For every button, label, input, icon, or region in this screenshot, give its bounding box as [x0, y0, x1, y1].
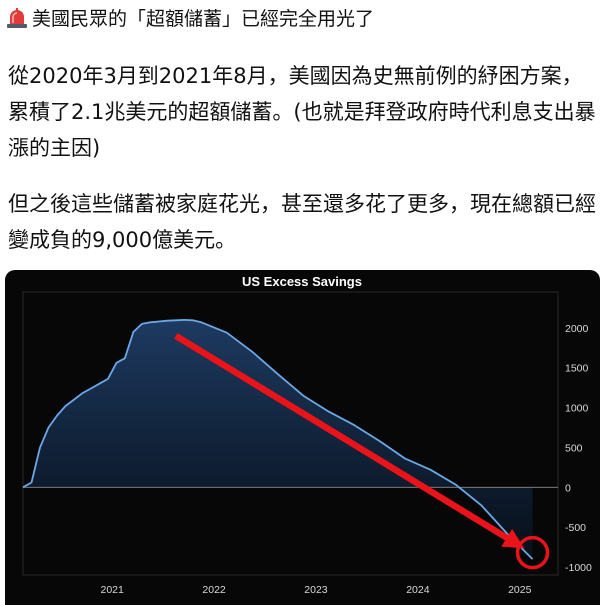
y-tick-label: -500	[565, 522, 586, 534]
siren-icon	[7, 8, 27, 28]
y-tick-label: 500	[565, 442, 583, 454]
post-paragraph-2: 但之後這些儲蓄被家庭花光，甚至還多花了更多，現在總額已經變成負的9,000億美元…	[8, 192, 596, 252]
post-paragraph-1: 從2020年3月到2021年8月，美國因為史無前例的紓困方案，累積了2.1兆美元…	[8, 64, 596, 160]
y-tick-label: 1000	[565, 403, 589, 415]
x-tick-label: 2023	[304, 584, 328, 596]
x-tick-label: 2022	[202, 584, 226, 596]
chart-card[interactable]: US Excess Savings 2000 1500 1000 500 0 -500 -1…	[5, 270, 600, 605]
x-tick-label: 2025	[508, 584, 532, 596]
y-tick-label: 1500	[565, 363, 589, 375]
highlight-circle	[515, 535, 550, 570]
chart-title: US Excess Savings	[242, 274, 362, 289]
us-excess-savings-chart: US Excess Savings 2000 1500 1000 500 0 -500 -1…	[22, 274, 592, 596]
post-title-row: 美國民眾的「超額儲蓄」已經完全用光了	[6, 4, 601, 34]
savings-area-fill	[23, 319, 533, 560]
y-tick-label: 0	[565, 482, 571, 494]
x-tick-label: 2021	[100, 584, 124, 596]
y-tick-label: -1000	[565, 562, 592, 574]
y-tick-label: 2000	[565, 323, 589, 335]
post-title: 美國民眾的「超額儲蓄」已經完全用光了	[32, 8, 375, 30]
x-tick-label: 2024	[406, 584, 430, 596]
